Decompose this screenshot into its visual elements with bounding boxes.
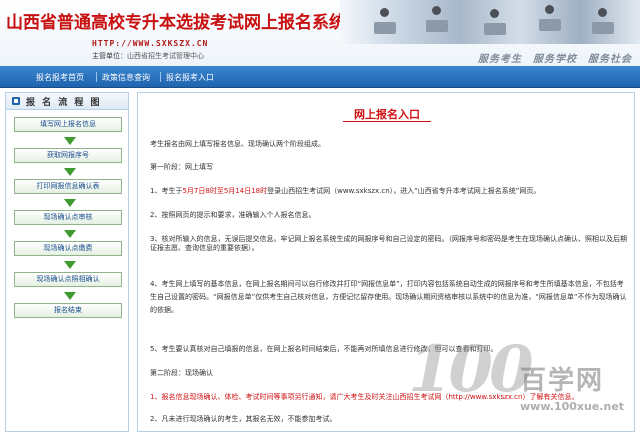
flow-sidebar: 报 名 流 程 图 填写网上报名信息 获取网报序号 打印网报信息确认表 现场确认…	[5, 92, 129, 432]
main-content: 网上报名入口 考生报名由网上填写报名信息、现场确认两个阶段组成。 第一阶段：网上…	[137, 92, 635, 432]
arrow-down-icon	[64, 168, 76, 176]
step4-text: 4、考生网上填写的基本信息，在网上报名期间可以自行修改并打印“网报信息单”，打印…	[150, 280, 627, 314]
flow-step-photo[interactable]: 现场确认点照相确认	[14, 272, 122, 287]
step3-text: 3、核对所输入的信息，无误后提交信息。牢记网上报名系统生成的网报序号和自己设定的…	[150, 235, 627, 252]
nav-home[interactable]: 报名报考首页	[36, 72, 84, 83]
flow-step-print-form[interactable]: 打印网报信息确认表	[14, 179, 122, 194]
nav-entry[interactable]: 报名报考入口	[166, 72, 214, 83]
stage2-heading: 第二阶段：现场确认	[150, 369, 213, 377]
flow-step-fill-info[interactable]: 填写网上报名信息	[14, 117, 122, 132]
step2-text: 2、按照网页的提示和要求，准确输入个人报名信息。	[150, 211, 316, 219]
arrow-down-icon	[64, 292, 76, 300]
header-photo	[340, 0, 640, 44]
list-icon	[12, 97, 20, 105]
arrow-down-icon	[64, 199, 76, 207]
exam-site-link[interactable]: （http://www.sxkszx.cn）	[441, 393, 529, 401]
host-value: 山西省招生考试管理中心	[127, 52, 204, 60]
step5-text: 5、考生要认真核对自己填报的信息，在网上报名时间结束后，不能再对所填信息进行修改…	[150, 345, 498, 353]
nav-separator	[160, 72, 161, 82]
nav-policy[interactable]: 政策信息查询	[102, 72, 150, 83]
step1-text: 1、考生于5月7日8时至5月14日18时登录山西招生考试网（www.sxkszx…	[150, 187, 541, 195]
host-organization: 主管单位：山西省招生考试管理中心	[92, 51, 204, 61]
sidebar-header: 报 名 流 程 图	[6, 93, 128, 110]
stage1-heading: 第一阶段：网上填写	[150, 163, 213, 171]
top-nav: 报名报考首页 政策信息查询 报名报考入口	[0, 66, 640, 88]
nav-separator	[96, 72, 97, 82]
stage2-step1-text: 1、报名信息现场确认、体检、考试时间等事项另行通知，请广大考生及时关注山西招生考…	[150, 393, 579, 401]
host-label: 主管单位：	[92, 52, 127, 60]
site-url[interactable]: HTTP://WWW.SXKSZX.CN	[92, 39, 208, 48]
arrow-down-icon	[64, 261, 76, 269]
arrow-down-icon	[64, 137, 76, 145]
intro-text: 考生报名由网上填写报名信息、现场确认两个阶段组成。	[150, 140, 325, 148]
registration-dates: 5月7日8时至5月14日18时	[182, 187, 268, 195]
arrow-down-icon	[64, 230, 76, 238]
flow-step-review[interactable]: 现场确认点审核	[14, 210, 122, 225]
sidebar-title: 报 名 流 程 图	[26, 97, 102, 108]
stage2-step2-text: 2、凡未进行现场确认的考生，其报名无效，不能参加考试。	[150, 415, 337, 423]
title-underline	[343, 121, 431, 122]
site-header: 山西省普通高校专升本选拔考试网上报名系统 HTTP://WWW.SXKSZX.C…	[0, 0, 640, 66]
flow-step-get-number[interactable]: 获取网报序号	[14, 148, 122, 163]
page-title[interactable]: 网上报名入口	[138, 106, 634, 122]
flow-step-payment[interactable]: 现场确认点缴费	[14, 241, 122, 256]
flow-step-end[interactable]: 报名结束	[14, 303, 122, 318]
header-slogan: 服务考生 服务学校 服务社会	[478, 54, 632, 65]
site-title: 山西省普通高校专升本选拔考试网上报名系统	[6, 13, 346, 33]
